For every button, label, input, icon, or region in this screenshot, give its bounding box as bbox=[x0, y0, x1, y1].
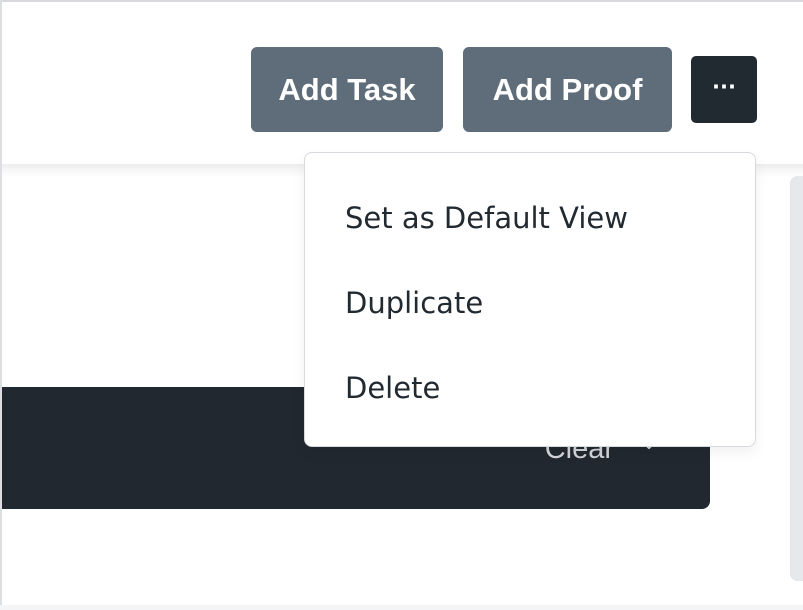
app-viewport: Add Task Add Proof ··· Clear Set as Defa… bbox=[0, 0, 803, 610]
menu-item-duplicate[interactable]: Duplicate bbox=[345, 273, 725, 333]
more-options-button[interactable]: ··· bbox=[691, 56, 757, 123]
window-left-border bbox=[0, 0, 2, 610]
window-bottom-edge bbox=[0, 605, 803, 610]
add-task-button[interactable]: Add Task bbox=[251, 47, 443, 132]
add-proof-button[interactable]: Add Proof bbox=[463, 47, 672, 132]
menu-item-set-default-view[interactable]: Set as Default View bbox=[345, 188, 725, 248]
options-dropdown-menu: Set as Default View Duplicate Delete bbox=[304, 152, 756, 447]
window-top-border bbox=[0, 0, 803, 2]
side-panel-edge[interactable] bbox=[790, 176, 803, 581]
more-horizontal-icon: ··· bbox=[712, 75, 736, 99]
menu-item-delete[interactable]: Delete bbox=[345, 358, 725, 418]
